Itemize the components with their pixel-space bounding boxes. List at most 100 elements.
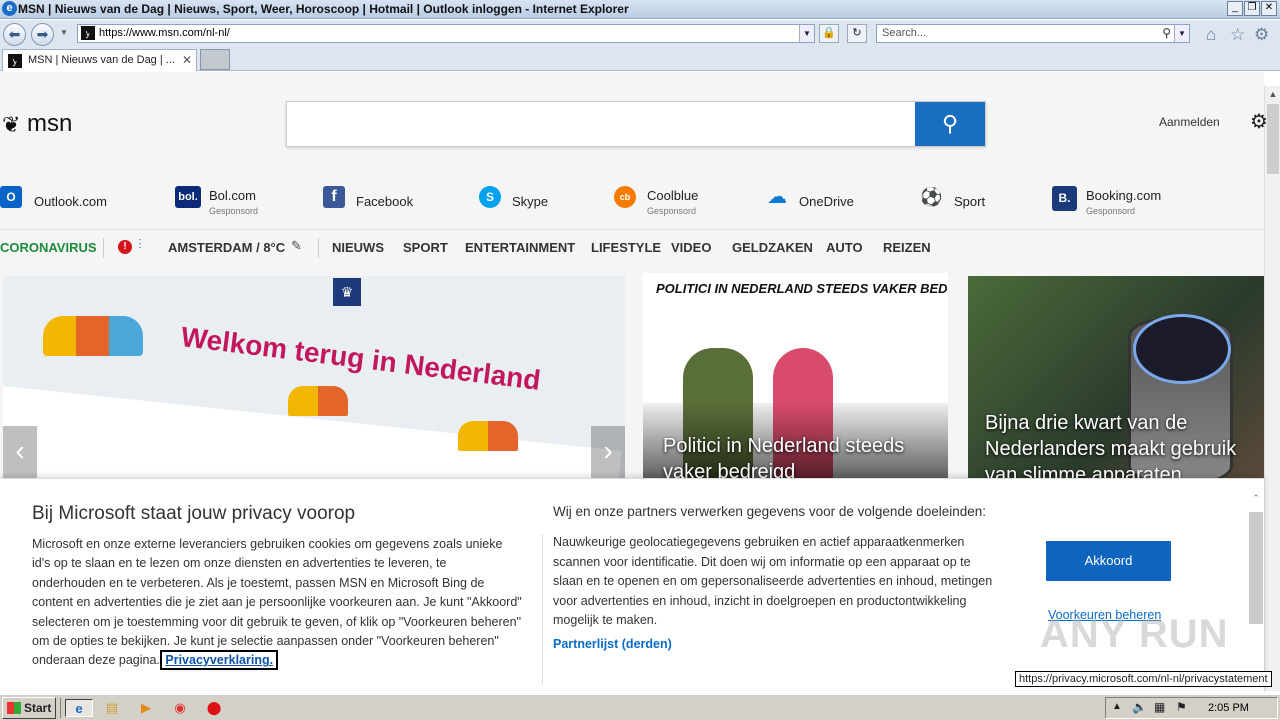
nav-separator	[103, 238, 104, 258]
quicklink-label: Coolblue	[647, 188, 699, 203]
quicklink-label: Bol.com	[209, 188, 256, 203]
explorer-folder-icon[interactable]: ▤	[102, 699, 122, 717]
quicklink-label: OneDrive	[799, 194, 854, 209]
msn-search-field[interactable]: ⚲	[286, 101, 986, 147]
scroll-up-icon[interactable]: ⌃	[1248, 493, 1264, 504]
favorites-star-icon[interactable]: ☆	[1230, 25, 1245, 45]
quicklink-label: Booking.com	[1086, 188, 1162, 203]
status-url-tooltip: https://privacy.microsoft.com/nl-nl/priv…	[1015, 671, 1272, 687]
volume-icon[interactable]: 🔈	[1132, 700, 1147, 714]
start-button[interactable]: Start	[2, 697, 56, 719]
security-alert-icon[interactable]: ⬤	[204, 699, 224, 717]
quicklink-label: Outlook.com	[34, 194, 107, 209]
nav-auto[interactable]: AUTO	[826, 240, 863, 255]
home-icon[interactable]: ⌂	[1206, 25, 1216, 45]
accept-button[interactable]: Akkoord	[1046, 541, 1171, 581]
nav-geldzaken[interactable]: GELDZAKEN	[732, 240, 813, 255]
people-illustration	[43, 316, 143, 356]
media-player-icon[interactable]: ▶	[136, 699, 156, 717]
tray-expand-icon[interactable]: ▲	[1112, 701, 1122, 712]
action-center-flag-icon[interactable]: ⚑	[1176, 700, 1187, 714]
tab-label: MSN | Nieuws van de Dag | ...	[28, 54, 175, 66]
search-box[interactable]: Search... ⚲ ▼	[876, 24, 1190, 43]
chrome-icon[interactable]: ◉	[170, 699, 190, 717]
scroll-up-icon[interactable]: ▲	[1265, 86, 1280, 102]
history-dropdown-icon[interactable]: ▼	[60, 28, 68, 37]
msn-logo[interactable]: msn	[27, 110, 72, 138]
privacy-heading: Bij Microsoft staat jouw privacy voorop	[32, 503, 356, 524]
hero-title: Politici in Nederland steeds vaker bedre…	[663, 435, 905, 478]
nav-nieuws[interactable]: NIEUWS	[332, 240, 384, 255]
bol-icon: bol.	[175, 186, 201, 208]
minimize-button[interactable]: _	[1227, 1, 1243, 16]
taskbar-clock[interactable]: 2:05 PM	[1208, 702, 1249, 714]
dialog-scrollbar[interactable]: ⌃ ⌄	[1248, 487, 1264, 687]
privacy-statement-link[interactable]: Privacyverklaring.	[160, 650, 279, 671]
internet-explorer-icon: e	[2, 1, 17, 16]
nav-reizen[interactable]: REIZEN	[883, 240, 931, 255]
msn-butterfly-icon[interactable]: ❦	[2, 112, 20, 138]
nav-sport[interactable]: SPORT	[403, 240, 448, 255]
hero-card-slimme-apparaten[interactable]: Bijna drie kwart van de Nederlanders maa…	[968, 276, 1264, 478]
weather-location[interactable]: AMSTERDAM / 8°C	[168, 240, 285, 255]
internet-explorer-taskbar-icon[interactable]: e	[65, 699, 93, 717]
tab-close-icon[interactable]: ✕	[182, 53, 192, 67]
window-title: MSN | Nieuws van de Dag | Nieuws, Sport,…	[18, 2, 629, 16]
hero-title: Bijna drie kwart van de Nederlanders maa…	[985, 412, 1237, 478]
outlook-icon: O	[0, 186, 22, 208]
nav-entertainment[interactable]: ENTERTAINMENT	[465, 240, 575, 255]
window-title-bar: e MSN | Nieuws van de Dag | Nieuws, Spor…	[0, 0, 1280, 19]
weather-alert-icon[interactable]: !	[118, 240, 132, 254]
hero-heading: Welkom terug in Nederland	[179, 321, 543, 396]
network-icon[interactable]: ▦	[1154, 700, 1165, 714]
address-dropdown-icon[interactable]: ▼	[799, 25, 814, 42]
scroll-thumb[interactable]	[1267, 104, 1279, 174]
quicklink-label: Facebook	[356, 194, 414, 209]
nav-lifestyle[interactable]: LIFESTYLE	[591, 240, 661, 255]
carousel-next-icon[interactable]: ›	[591, 426, 625, 478]
sport-icon: ⚽	[920, 187, 943, 207]
tools-gear-icon[interactable]: ⚙	[1254, 25, 1269, 45]
start-label: Start	[24, 701, 52, 715]
edit-pencil-icon[interactable]: ✎	[291, 238, 302, 254]
nav-coronavirus[interactable]: CORONAVIRUS	[0, 240, 97, 255]
smart-speaker-ring	[1133, 314, 1231, 384]
hero-card-politici[interactable]: POLITICI IN NEDERLAND STEEDS VAKER BEDRE…	[643, 273, 948, 478]
msn-search-button[interactable]: ⚲	[915, 102, 985, 146]
restore-button[interactable]: ❐	[1244, 1, 1260, 16]
search-input[interactable]: Search...	[882, 27, 926, 39]
sponsored-label: Gesponsord	[1086, 206, 1136, 216]
privacy-consent-dialog: Bij Microsoft staat jouw privacy voorop …	[0, 478, 1264, 693]
coolblue-icon: cb	[614, 186, 636, 208]
address-url[interactable]: https://www.msn.com/nl-nl/	[99, 27, 230, 39]
partner-list-link[interactable]: Partnerlijst (derden)	[553, 637, 672, 651]
search-dropdown-icon[interactable]: ▼	[1174, 25, 1189, 42]
sponsored-label: Gesponsord	[647, 206, 697, 216]
settings-gear-icon[interactable]: ⚙	[1250, 109, 1268, 134]
search-icon[interactable]: ⚲	[1162, 26, 1171, 40]
people-illustration	[458, 421, 518, 451]
refresh-icon[interactable]: ↻	[847, 24, 867, 43]
back-button[interactable]: ⬅	[3, 23, 26, 46]
nav-video[interactable]: VIDEO	[671, 240, 711, 255]
sponsored-label: Gesponsord	[209, 206, 259, 216]
scroll-thumb[interactable]	[1249, 512, 1263, 624]
tab-msn[interactable]: ꭚ MSN | Nieuws van de Dag | ... ✕	[2, 49, 197, 71]
hero-card-welkom[interactable]: ♛ Welkom terug in Nederland ‹ ›	[3, 276, 625, 478]
msn-favicon: ꭚ	[81, 26, 95, 40]
new-tab-button[interactable]	[200, 49, 230, 70]
close-window-button[interactable]: ✕	[1261, 1, 1277, 16]
dialog-divider	[542, 534, 543, 684]
signin-link[interactable]: Aanmelden	[1159, 115, 1220, 129]
cartoon-caption: POLITICI IN NEDERLAND STEEDS VAKER BEDRE…	[656, 281, 948, 296]
system-tray: ▲ 🔈 ▦ ⚑	[1105, 697, 1278, 719]
purposes-body: Nauwkeurige geolocatiegegevens gebruiken…	[553, 535, 993, 628]
quicklink-label: Sport	[954, 194, 986, 209]
page-scrollbar[interactable]: ▲	[1264, 86, 1280, 691]
lock-icon[interactable]: 🔒	[819, 24, 839, 43]
booking-icon: B.	[1052, 186, 1077, 211]
carousel-prev-icon[interactable]: ‹	[3, 426, 37, 478]
address-bar[interactable]: ꭚ https://www.msn.com/nl-nl/ ▼	[77, 24, 815, 43]
forward-button[interactable]: ➡	[31, 23, 54, 46]
facebook-icon: f	[323, 186, 345, 208]
